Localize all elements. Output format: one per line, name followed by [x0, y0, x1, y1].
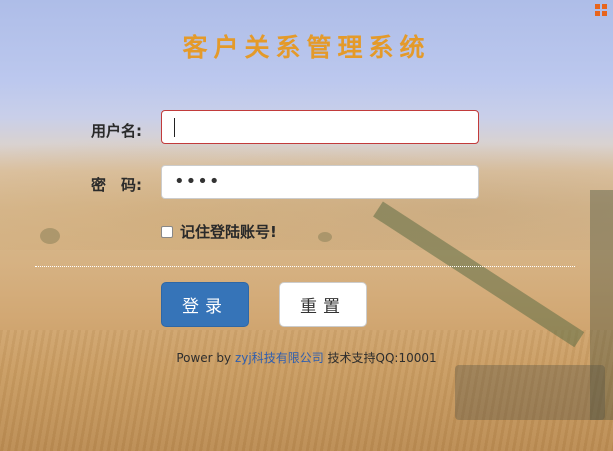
remember-checkbox[interactable]: [161, 225, 173, 238]
page-title: 客户关系管理系统: [182, 33, 431, 62]
footer-prefix: Power by: [176, 351, 235, 365]
windows-icon[interactable]: [595, 4, 607, 16]
username-label: 用户名:: [91, 122, 142, 140]
company-link[interactable]: zyj科技有限公司: [235, 351, 324, 365]
text-caret: [174, 118, 175, 137]
password-mask: ••••: [174, 171, 221, 192]
login-button[interactable]: 登录: [161, 282, 249, 327]
remember-account[interactable]: 记住登陆账号!: [161, 221, 277, 242]
divider: [35, 266, 575, 267]
background-tree: [318, 232, 332, 242]
footer: Power by zyj科技有限公司 技术支持QQ:10001: [0, 349, 613, 366]
password-label: 密 码:: [91, 176, 142, 194]
background-tree: [40, 228, 60, 244]
background-harvester-body: [455, 365, 605, 420]
username-input[interactable]: [161, 110, 479, 144]
password-input[interactable]: ••••: [161, 165, 479, 199]
reset-button[interactable]: 重置: [279, 282, 367, 327]
footer-support: 技术支持QQ:10001: [323, 351, 437, 365]
remember-label: 记住登陆账号!: [180, 223, 277, 241]
